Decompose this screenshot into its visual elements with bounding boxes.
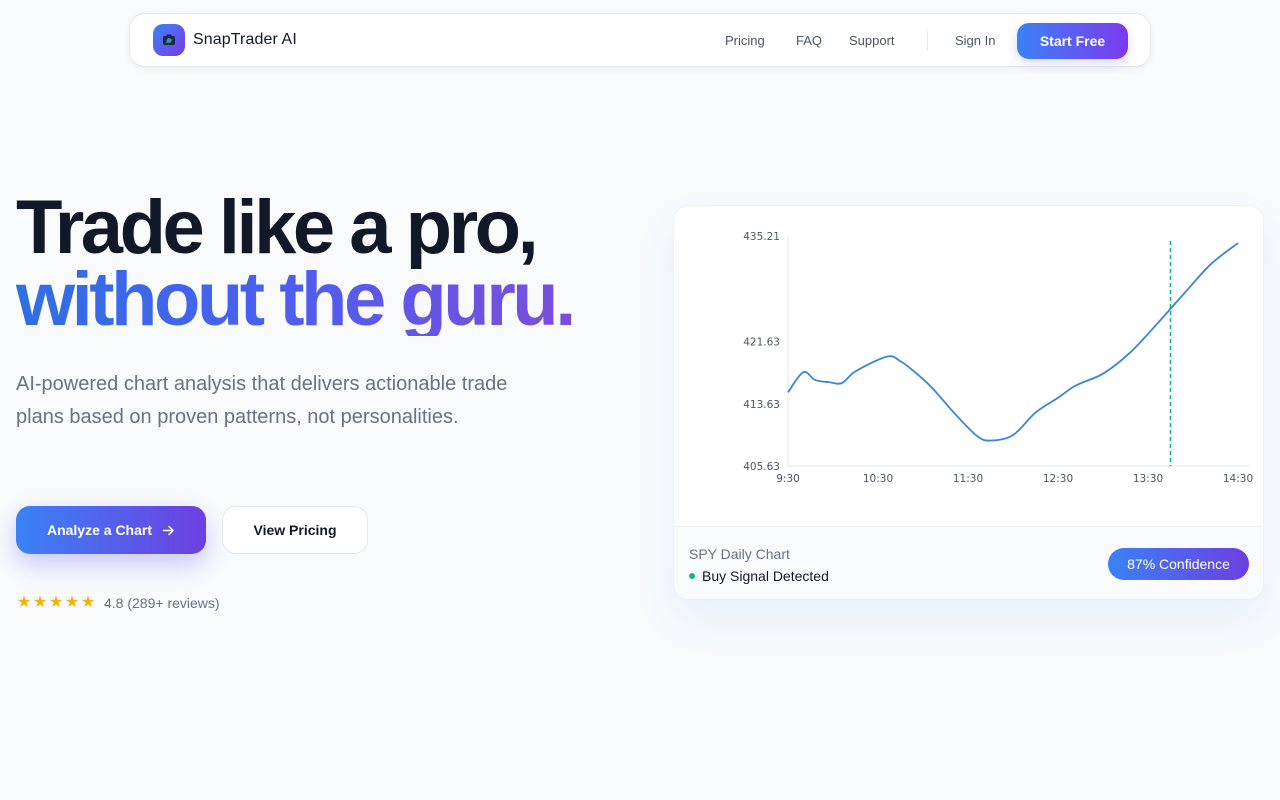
star-icon: ★ [64, 594, 80, 611]
analyze-chart-button[interactable]: Analyze a Chart [16, 506, 206, 554]
price-chart: 405.63 413.63 421.63 435.21 9:30 10:30 11:30 12… [743, 231, 1253, 485]
star-icon: ★ [16, 594, 32, 611]
star-rating: ★ ★ ★ ★ ★ [16, 595, 96, 611]
start-free-button[interactable]: Start Free [1017, 23, 1128, 59]
nav-link-pricing[interactable]: Pricing [725, 33, 765, 48]
signal-text: Buy Signal Detected [702, 568, 829, 584]
chart-card: 405.63 413.63 421.63 435.21 9:30 10:30 11:30 12… [673, 205, 1264, 600]
hero-title-line1: Trade like a pro, [16, 185, 539, 270]
sign-in-link[interactable]: Sign In [955, 33, 995, 48]
x-tick-label: 9:30 [776, 473, 800, 485]
y-tick-label: 413.63 [743, 399, 780, 411]
star-icon: ★ [48, 594, 64, 611]
nav-link-faq[interactable]: FAQ [796, 33, 822, 48]
arrow-right-icon [162, 525, 174, 535]
analyze-chart-label: Analyze a Chart [46, 522, 153, 538]
chart-card-footer: SPY Daily Chart Buy Signal Detected 87% … [674, 526, 1263, 599]
signal-status: Buy Signal Detected [689, 568, 829, 584]
hero-subtitle: AI-powered chart analysis that delivers … [16, 373, 508, 428]
top-nav: SnapTrader AI Pricing FAQ Support Sign I… [129, 13, 1151, 67]
y-tick-label: 405.63 [743, 461, 780, 473]
rating-text: 4.8 (289+ reviews) [104, 595, 220, 611]
star-icon: ★ [32, 594, 48, 611]
star-icon: ★ [80, 594, 96, 611]
camera-icon [153, 24, 185, 56]
y-tick-label: 421.63 [743, 337, 780, 349]
y-tick-label: 435.21 [743, 231, 780, 243]
confidence-badge: 87% Confidence [1108, 548, 1249, 580]
x-tick-label: 11:30 [953, 473, 983, 485]
view-pricing-button[interactable]: View Pricing [222, 506, 368, 554]
x-tick-label: 14:30 [1223, 473, 1253, 485]
chart-name: SPY Daily Chart [689, 546, 790, 562]
rating: ★ ★ ★ ★ ★ 4.8 (289+ reviews) [16, 595, 220, 612]
brand-name: SnapTrader AI [193, 31, 297, 48]
nav-divider [927, 31, 928, 51]
nav-link-support[interactable]: Support [849, 33, 895, 48]
hero-title: Trade like a pro, without the guru. [16, 185, 576, 342]
hero-title-line2: without the guru. [16, 257, 576, 342]
x-tick-label: 12:30 [1043, 473, 1073, 485]
x-tick-label: 13:30 [1133, 473, 1163, 485]
x-tick-label: 10:30 [863, 473, 893, 485]
brand[interactable]: SnapTrader AI [153, 24, 297, 56]
status-dot-icon [689, 573, 695, 579]
